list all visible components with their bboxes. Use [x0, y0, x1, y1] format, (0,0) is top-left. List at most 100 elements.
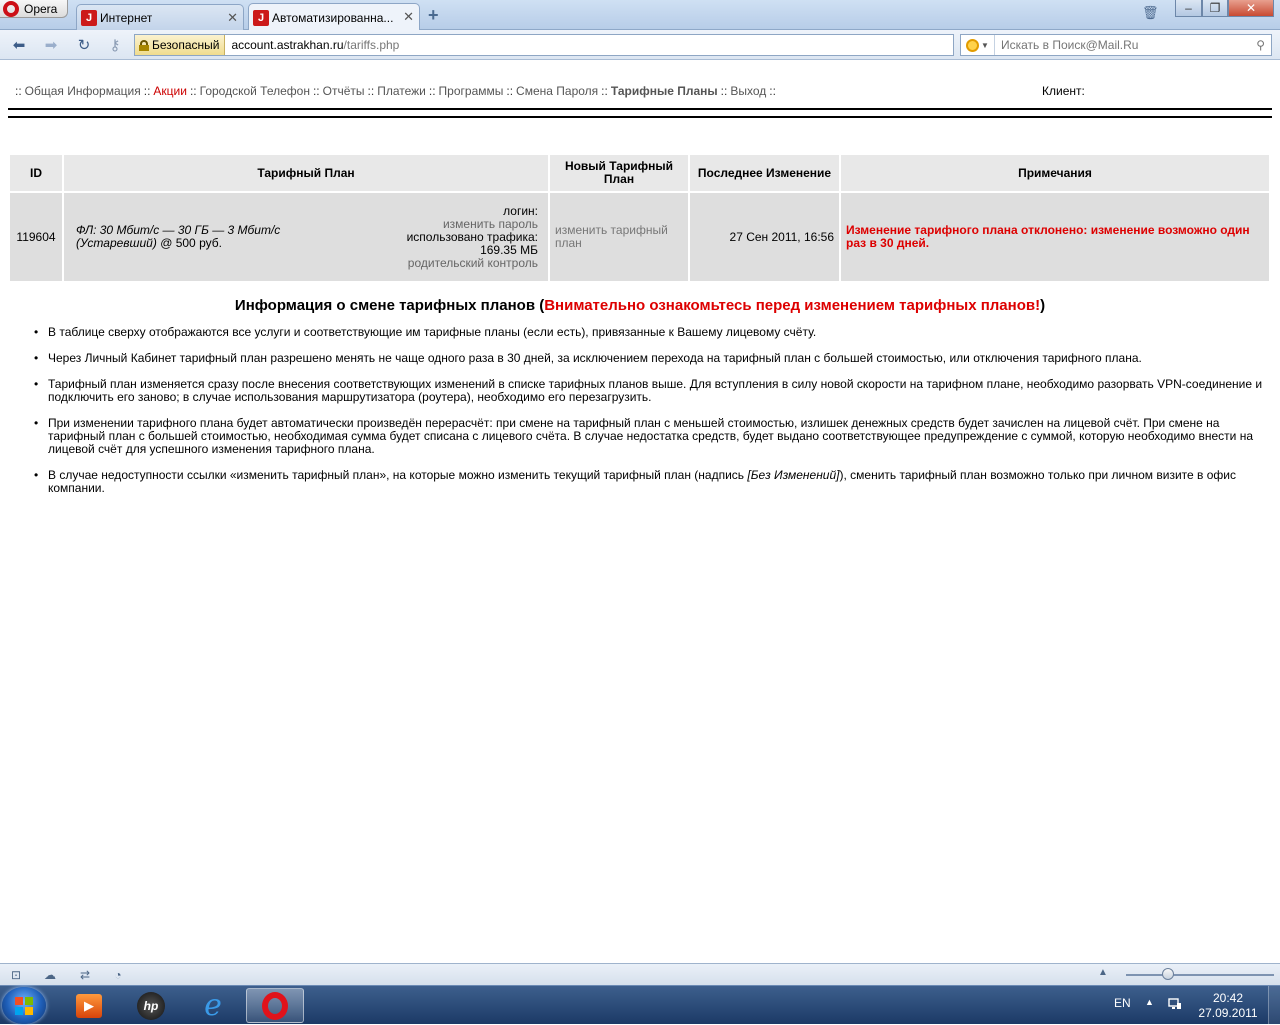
internet-explorer-icon: e	[204, 987, 222, 1023]
search-icon[interactable]: ⚲	[1256, 38, 1265, 52]
transfers-icon[interactable]: ⇄	[77, 967, 93, 983]
table-header-row: ID Тарифный План Новый Тарифный План Пос…	[10, 155, 1269, 191]
client-label: Клиент:	[1042, 84, 1085, 98]
menu-item-6[interactable]: Смена Пароля	[516, 84, 598, 98]
header-plan: Тарифный План	[64, 155, 548, 191]
menu-separator: ::	[601, 84, 608, 98]
info-title-main: Информация о смене тарифных планов (	[234, 297, 545, 314]
divider-line	[8, 116, 1272, 118]
address-field[interactable]: Безопасный account.astrakhan.ru/tariffs.…	[134, 34, 954, 56]
start-button[interactable]	[2, 987, 46, 1024]
show-desktop-button[interactable]	[1268, 986, 1280, 1025]
show-hidden-icons-icon[interactable]: ▲	[1145, 997, 1154, 1007]
hp-logo-icon: hp	[137, 991, 165, 1020]
site-favicon-icon: J	[81, 9, 97, 26]
zoom-menu-icon[interactable]: ▲	[1098, 967, 1108, 978]
security-badge[interactable]: Безопасный	[135, 35, 226, 55]
chevron-down-icon: ▼	[981, 40, 989, 50]
tab-close-icon[interactable]: ✕	[403, 9, 414, 25]
menu-separator: ::	[189, 84, 197, 98]
login-label: логин:	[503, 203, 538, 218]
traffic-label: использовано трафика:	[406, 229, 538, 244]
info-heading: Информация о смене тарифных планов (Вним…	[0, 297, 1280, 314]
menu-item-5[interactable]: Программы	[439, 84, 504, 98]
browser-address-bar: ⬅ ➡ ↻ ⚷ Безопасный account.astrakhan.ru/…	[0, 30, 1280, 60]
list-item: Тарифный план изменяется сразу после вне…	[34, 378, 1270, 404]
reload-icon[interactable]: ↻	[73, 35, 95, 55]
opera-menu-button[interactable]: Opera	[0, 0, 68, 18]
internet-explorer-taskbar-button[interactable]: e	[184, 988, 242, 1023]
media-player-icon: ▶	[76, 993, 102, 1018]
menu-item-2[interactable]: Городской Телефон	[200, 84, 310, 98]
media-player-taskbar-button[interactable]: ▶	[60, 988, 118, 1023]
tab-title: Интернет	[100, 10, 153, 25]
menu-separator: ::	[15, 84, 22, 98]
menu-item-3[interactable]: Отчёты	[323, 84, 365, 98]
menu-item-8[interactable]: Выход	[730, 84, 766, 98]
cell-note: Изменение тарифного плана отклонено: изм…	[841, 193, 1269, 281]
system-clock[interactable]: 20:42 27.09.2011	[1196, 991, 1260, 1021]
menu-separator: ::	[367, 84, 375, 98]
site-favicon-icon: J	[253, 9, 269, 26]
plan-meta: логин: изменить пароль использовано траф…	[406, 203, 538, 270]
info-title-warning: Внимательно ознакомьтесь перед изменение…	[544, 297, 1041, 314]
opera-logo-icon	[3, 0, 19, 17]
plan-price: @ 500 руб.	[156, 236, 222, 250]
tab-internet[interactable]: J Интернет ✕	[76, 4, 244, 30]
menu-item-0[interactable]: Общая Информация	[25, 84, 141, 98]
wand-key-icon[interactable]: ⚷	[104, 35, 126, 55]
table-row: 119604 ФЛ: 30 Мбит/с — 30 ГБ — 3 Мбит/с …	[10, 193, 1269, 281]
unite-cloud-icon[interactable]: ☁	[42, 967, 58, 983]
list-item: В таблице сверху отображаются все услуги…	[34, 326, 1270, 340]
zoom-slider[interactable]	[1126, 974, 1274, 976]
header-id: ID	[10, 155, 62, 191]
tab-close-icon[interactable]: ✕	[227, 10, 238, 26]
menu-separator: ::	[769, 84, 776, 98]
search-input[interactable]	[995, 36, 1235, 54]
opera-taskbar-button[interactable]	[246, 988, 304, 1023]
forward-arrow-icon[interactable]: ➡	[40, 35, 62, 55]
url-text[interactable]: account.astrakhan.ru/tariffs.php	[225, 38, 399, 52]
change-plan-link[interactable]: изменить тарифный план	[550, 193, 688, 281]
list-item: Через Личный Кабинет тарифный план разре…	[34, 352, 1270, 366]
language-indicator[interactable]: EN	[1114, 996, 1131, 1010]
list-item: При изменении тарифного плана будет авто…	[34, 417, 1270, 456]
panel-toggle-icon[interactable]: ⊡	[8, 967, 24, 983]
menu-separator: ::	[428, 84, 436, 98]
windows-logo-icon	[25, 1007, 33, 1015]
turbo-icon[interactable]: ◔	[110, 967, 126, 983]
cell-plan: ФЛ: 30 Мбит/с — 30 ГБ — 3 Мбит/с (Устаре…	[64, 193, 548, 281]
tab-automated[interactable]: J Автоматизированна... ✕	[248, 3, 420, 31]
url-path: /tariffs.php	[343, 38, 400, 52]
tariffs-table: ID Тарифный План Новый Тарифный План Пос…	[8, 153, 1271, 283]
menu-item-1[interactable]: Акции	[153, 84, 187, 98]
closed-tabs-trash-icon[interactable]: 🗑	[1142, 5, 1159, 21]
restore-button[interactable]: ❐	[1202, 0, 1228, 17]
zoom-slider-handle[interactable]	[1162, 968, 1174, 980]
windows-taskbar: ▶ hp e EN ▲ 20:42 27.09.2011	[0, 985, 1280, 1025]
parental-control-link[interactable]: родительский контроль	[407, 256, 538, 270]
search-box: ▼ ⚲	[960, 34, 1272, 56]
back-arrow-icon[interactable]: ⬅	[8, 35, 30, 55]
minimize-button[interactable]: ‒	[1175, 0, 1202, 17]
menu-item-7[interactable]: Тарифные Планы	[611, 84, 718, 98]
list-item-text: В случае недоступности ссылки «изменить …	[48, 468, 748, 482]
clock-date: 27.09.2011	[1198, 1006, 1258, 1020]
info-list: В таблице сверху отображаются все услуги…	[34, 326, 1270, 508]
menu-separator: ::	[720, 84, 728, 98]
browser-tab-bar: Opera J Интернет ✕ J Автоматизированна..…	[0, 0, 1280, 31]
menu-separator: ::	[312, 84, 320, 98]
lock-icon	[139, 39, 149, 51]
menu-item-4[interactable]: Платежи	[377, 84, 426, 98]
browser-status-bar: ⊡ ☁ ⇄ ◔ ▲	[0, 963, 1280, 985]
cell-id: 119604	[10, 193, 62, 281]
network-icon[interactable]	[1168, 997, 1182, 1011]
info-title-end: )	[1040, 297, 1046, 314]
new-tab-icon[interactable]: +	[428, 6, 439, 24]
search-engine-selector[interactable]: ▼	[961, 35, 995, 55]
change-password-link[interactable]: изменить пароль	[407, 217, 538, 231]
hp-taskbar-button[interactable]: hp	[122, 988, 180, 1023]
windows-logo-icon	[15, 1007, 23, 1015]
close-window-button[interactable]: ✕	[1228, 0, 1274, 17]
header-last-change: Последнее Изменение	[690, 155, 839, 191]
